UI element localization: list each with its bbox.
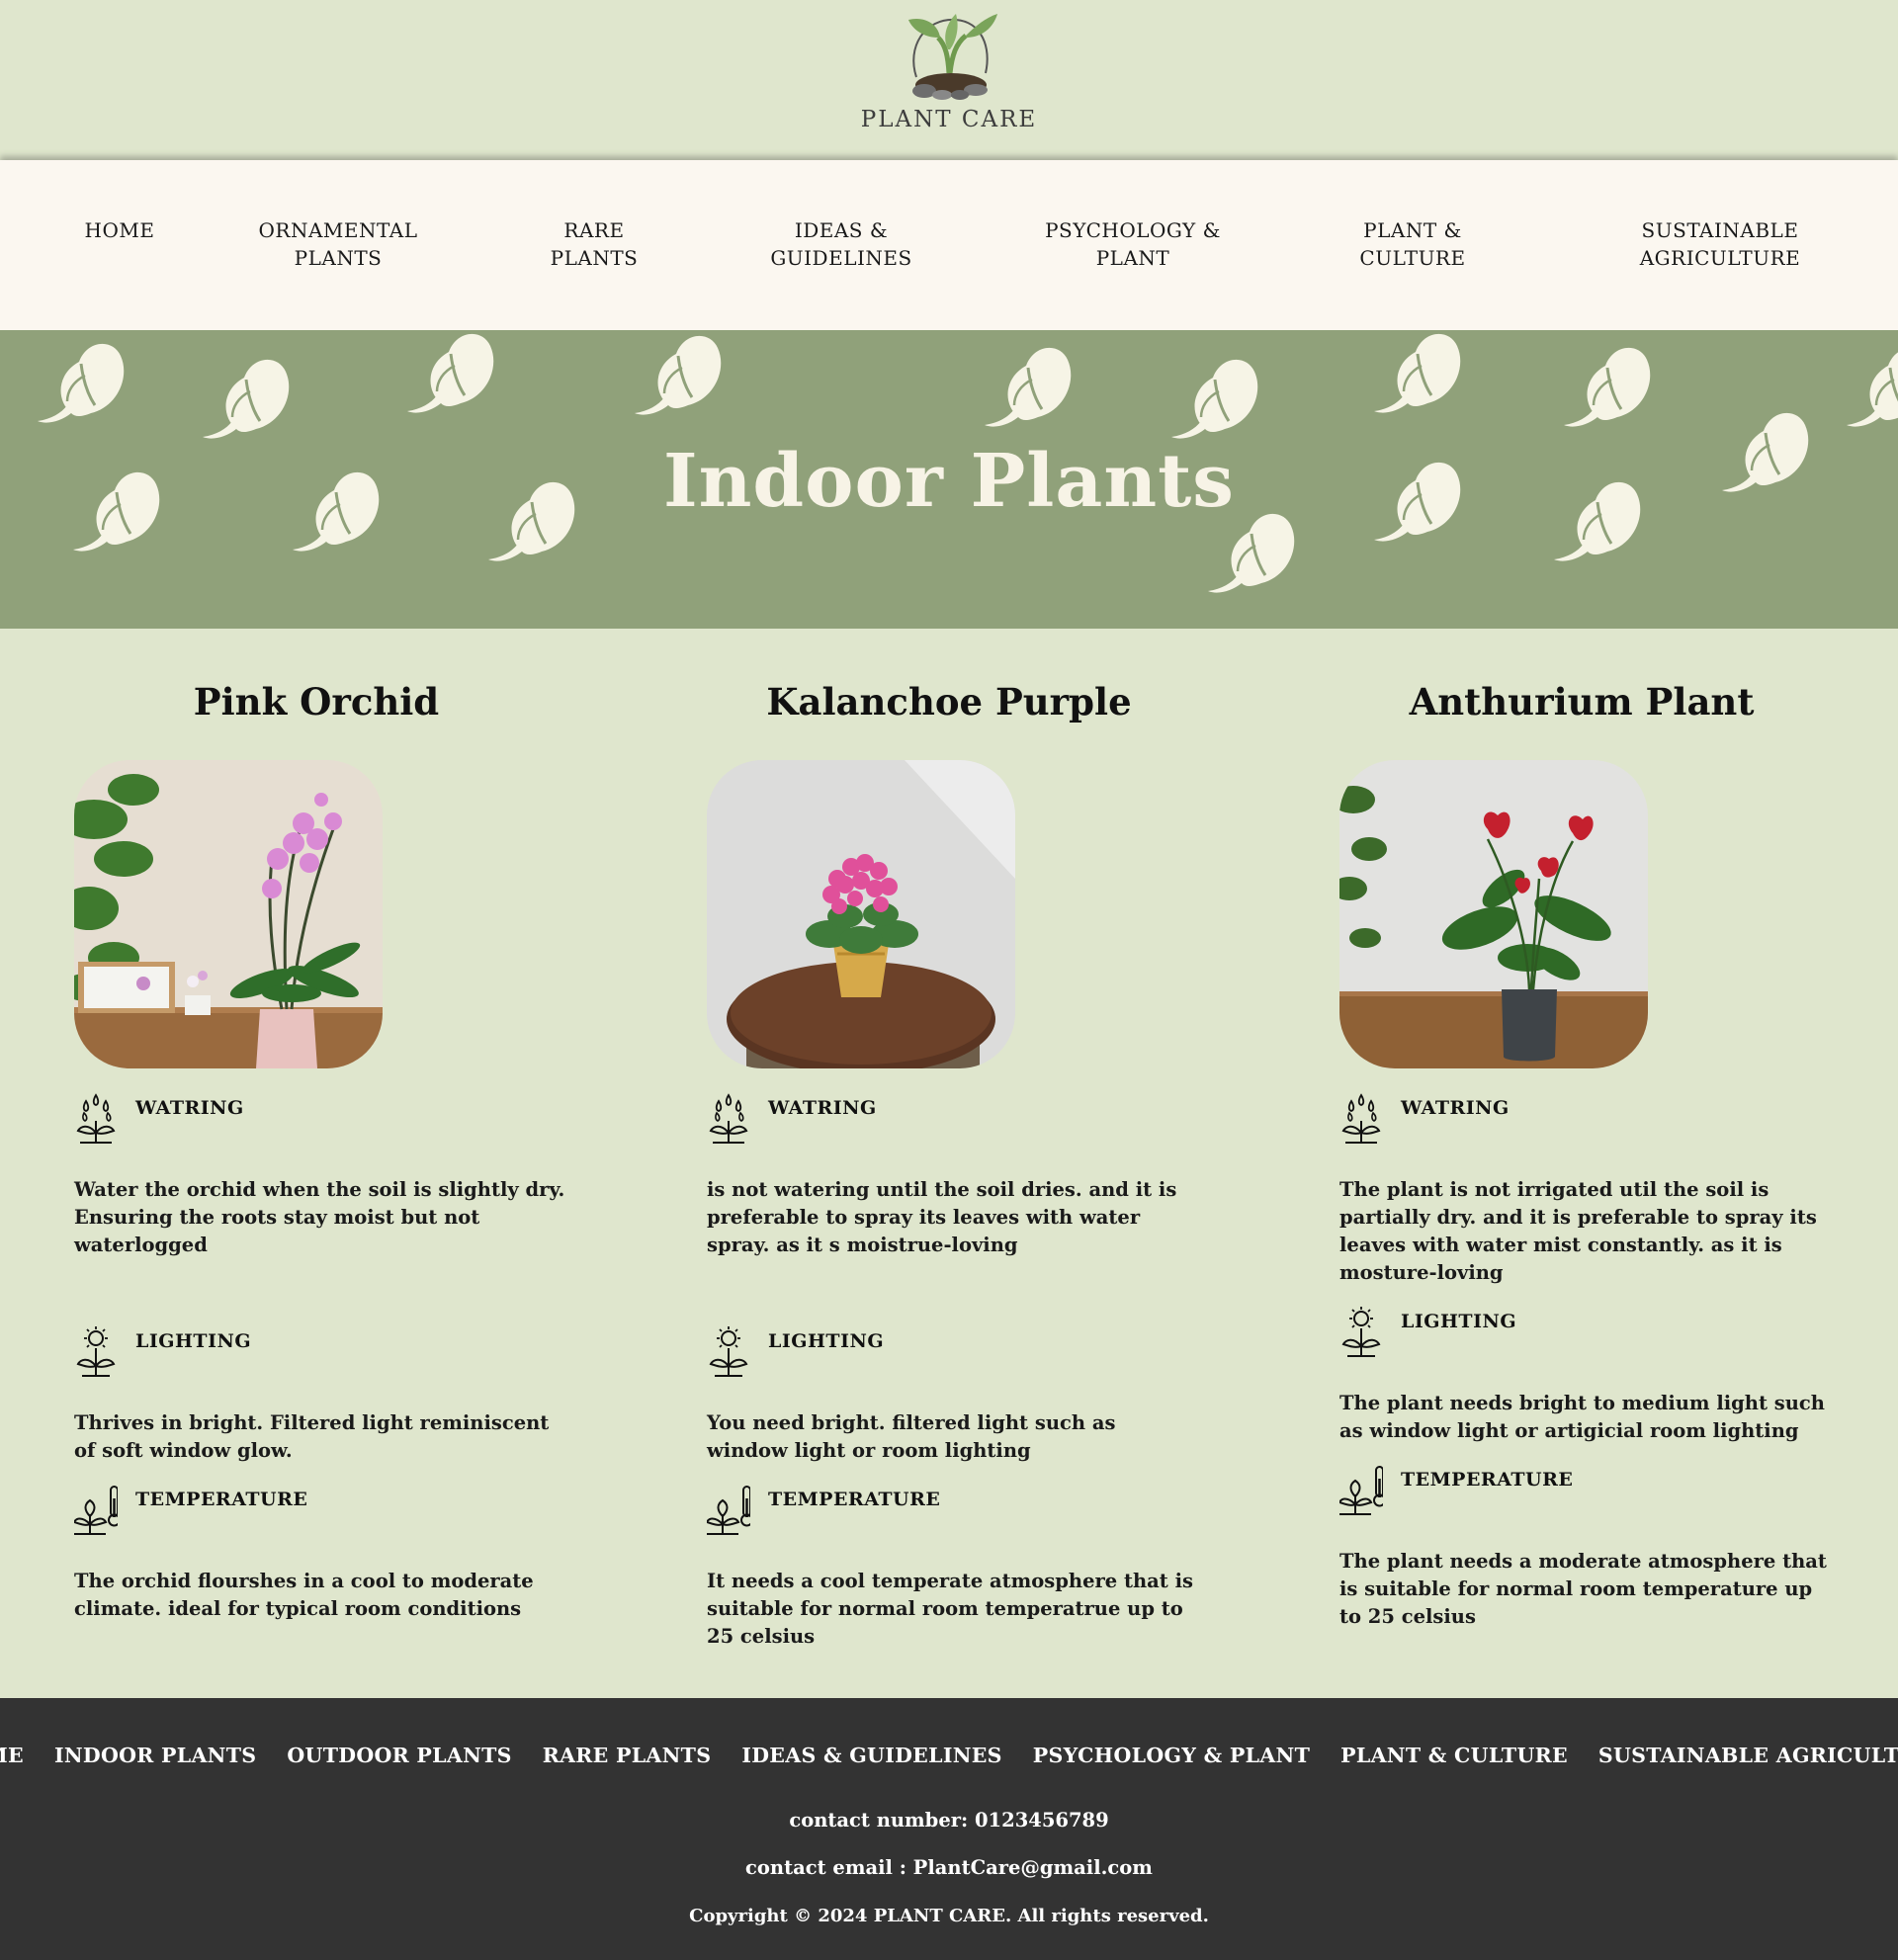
nav-item-ideas-guidelines[interactable]: IDEAS & GUIDELINES — [770, 216, 911, 272]
watering-label: WATRING — [135, 1097, 244, 1119]
watering-plant-icon — [710, 1094, 747, 1144]
temperature-label: TEMPERATURE — [135, 1489, 308, 1510]
footer-link-ideas-guidelines[interactable]: IDEAS & GUIDELINES — [741, 1744, 1001, 1767]
thermometer-plant-icon — [707, 1485, 750, 1536]
footer-link-home[interactable]: HOME — [0, 1744, 24, 1767]
nav-item-plant-culture[interactable]: PLANT & CULTURE — [1359, 216, 1465, 272]
lighting-label: LIGHTING — [768, 1330, 885, 1352]
temperature-text: The orchid flourshes in a cool to modera… — [74, 1570, 534, 1620]
watering-label: WATRING — [1401, 1097, 1510, 1119]
nav-item-label: ORNAMENTAL — [258, 218, 418, 242]
sun-plant-icon — [710, 1326, 747, 1377]
temperature-label: TEMPERATURE — [768, 1489, 941, 1510]
watering-text: is not watering until the soil dries. an… — [707, 1178, 1177, 1256]
nav-item-label: SUSTAINABLE — [1641, 218, 1799, 242]
site-header: PLANT CARE — [0, 0, 1898, 160]
nav-item-label: PSYCHOLOGY & — [1045, 218, 1221, 242]
plant-card-kalanchoe-purple: Kalanchoe Purple WATRING is not watering… — [633, 629, 1265, 1698]
nav-item-label: HOME — [84, 218, 155, 242]
lighting-text: You need bright. filtered light such as … — [707, 1411, 1116, 1462]
watering-text: The plant is not irrigated util the soil… — [1339, 1178, 1817, 1284]
brand-name: PLANT CARE — [860, 107, 1038, 132]
nav-item-label: AGRICULTURE — [1639, 246, 1801, 270]
nav-item-label: GUIDELINES — [770, 246, 912, 270]
footer-link-outdoor-plants[interactable]: OUTDOOR PLANTS — [287, 1744, 511, 1767]
copyright: Copyright © 2024 PLANT CARE. All rights … — [689, 1906, 1209, 1926]
temperature-label: TEMPERATURE — [1401, 1469, 1574, 1491]
temperature-text: The plant needs a moderate atmosphere th… — [1339, 1550, 1827, 1628]
anthurium-photo — [1339, 760, 1648, 1068]
hero-banner: Indoor Plants — [0, 330, 1898, 629]
nav-item-rare-plants[interactable]: RARE PLANTS — [551, 216, 639, 272]
footer-nav: HOME INDOOR PLANTS OUTDOOR PLANTS RARE P… — [0, 1744, 1898, 1767]
sun-plant-icon — [77, 1326, 115, 1377]
watering-label: WATRING — [768, 1097, 877, 1119]
lighting-label: LIGHTING — [1401, 1311, 1517, 1332]
kalanchoe-purple-photo — [707, 760, 1015, 1068]
watering-plant-icon — [77, 1094, 115, 1144]
nav-item-label: PLANTS — [550, 246, 639, 270]
footer-link-sustainable-agriculture[interactable]: SUSTAINABLE AGRICULTURE — [1598, 1744, 1898, 1767]
footer-link-indoor-plants[interactable]: INDOOR PLANTS — [54, 1744, 256, 1767]
lighting-text: The plant needs bright to medium light s… — [1339, 1392, 1825, 1442]
nav-item-ornamental-plants[interactable]: ORNAMENTAL PLANTS — [259, 216, 418, 272]
nav-item-label: PLANT — [1095, 246, 1170, 270]
plant-name: Anthurium Plant — [1409, 680, 1755, 724]
footer-link-psychology-plant[interactable]: PSYCHOLOGY & PLANT — [1033, 1744, 1310, 1767]
pink-orchid-photo — [74, 760, 383, 1068]
nav-item-label: CULTURE — [1359, 246, 1466, 270]
main-nav: HOME ORNAMENTAL PLANTS RARE PLANTS IDEAS… — [0, 160, 1898, 330]
footer-link-plant-culture[interactable]: PLANT & CULTURE — [1340, 1744, 1568, 1767]
contact-number: contact number: 0123456789 — [789, 1809, 1109, 1832]
nav-item-label: PLANT & — [1363, 218, 1462, 242]
plant-name: Kalanchoe Purple — [766, 680, 1132, 724]
footer-link-rare-plants[interactable]: RARE PLANTS — [543, 1744, 712, 1767]
sprout-logo-icon[interactable] — [895, 8, 1003, 103]
thermometer-plant-icon — [1339, 1465, 1383, 1516]
nav-item-home[interactable]: HOME — [85, 216, 155, 244]
watering-text: Water the orchid when the soil is slight… — [74, 1178, 565, 1256]
nav-item-label: IDEAS & — [794, 218, 889, 242]
sun-plant-icon — [1342, 1307, 1380, 1357]
site-footer: HOME INDOOR PLANTS OUTDOOR PLANTS RARE P… — [0, 1698, 1898, 1960]
thermometer-plant-icon — [74, 1485, 118, 1536]
temperature-text: It needs a cool temperate atmosphere tha… — [707, 1570, 1193, 1648]
nav-item-label: PLANTS — [294, 246, 383, 270]
contact-email[interactable]: contact email : PlantCare@gmail.com — [0, 1856, 1898, 1879]
lighting-text: Thrives in bright. Filtered light remini… — [74, 1411, 550, 1462]
plant-card-anthurium: Anthurium Plant WATRING The plant is not… — [1265, 629, 1898, 1698]
nav-item-sustainable-agriculture[interactable]: SUSTAINABLE AGRICULTURE — [1640, 216, 1801, 272]
nav-item-label: RARE — [563, 218, 625, 242]
nav-item-psychology-plant[interactable]: PSYCHOLOGY & PLANT — [1045, 216, 1221, 272]
plant-card-pink-orchid: Pink Orchid WATRING Water the orchid whe… — [0, 629, 633, 1698]
plant-name: Pink Orchid — [193, 680, 440, 724]
lighting-label: LIGHTING — [135, 1330, 252, 1352]
page-title: Indoor Plants — [663, 439, 1235, 524]
watering-plant-icon — [1342, 1094, 1380, 1144]
